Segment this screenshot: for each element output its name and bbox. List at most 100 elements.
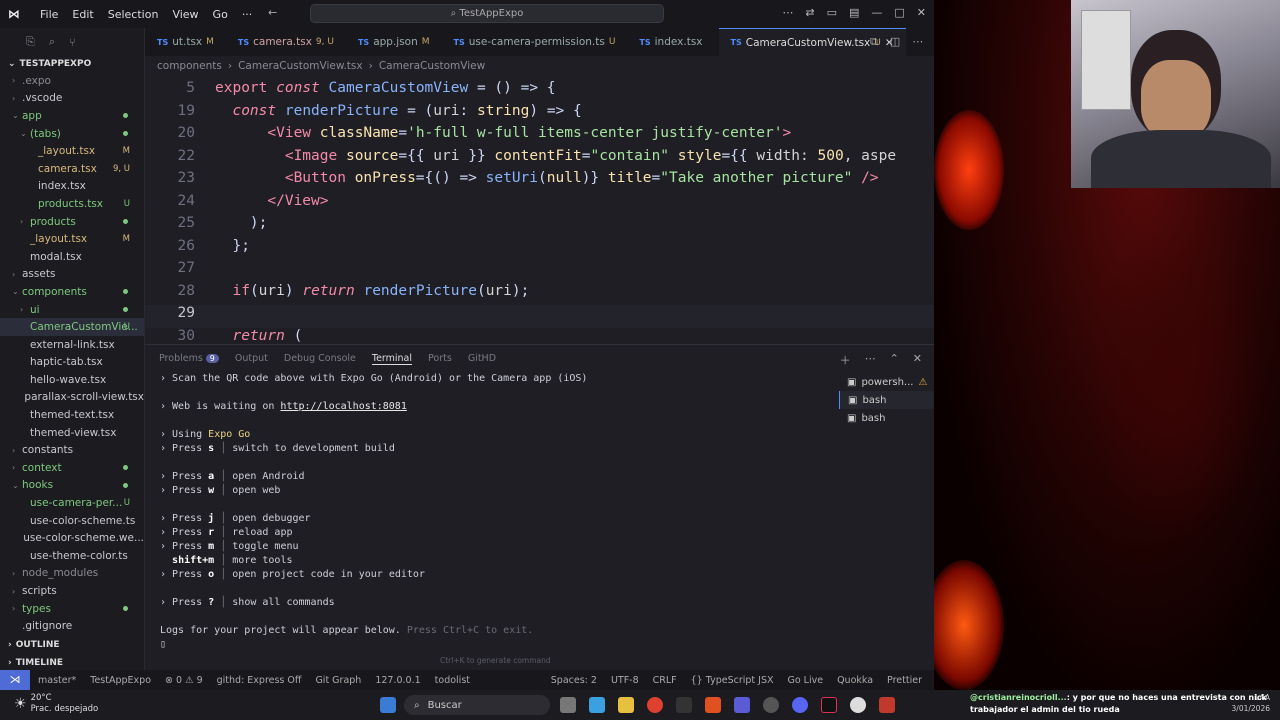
status-item[interactable]: 127.0.0.1: [375, 675, 420, 686]
start-icon[interactable]: [380, 697, 396, 713]
tree-item[interactable]: use-camera-per... U: [0, 494, 144, 512]
menu-item[interactable]: Edit: [72, 8, 93, 21]
tiktok-icon[interactable]: [821, 697, 837, 713]
status-item[interactable]: TestAppExpo: [90, 675, 151, 686]
chrome-icon[interactable]: [647, 697, 663, 713]
panel-tab[interactable]: Problems 9: [159, 353, 219, 365]
terminal-app-icon[interactable]: [676, 697, 692, 713]
search-icon[interactable]: ⌕: [49, 35, 55, 49]
tree-item[interactable]: products.tsx U: [0, 195, 144, 213]
panel-tab[interactable]: Ports: [428, 353, 452, 365]
taskbar-search[interactable]: ⌕ Buscar: [404, 695, 550, 715]
code-editor[interactable]: 5 export const CameraCustomView = () => {…: [145, 80, 934, 344]
more-icon[interactable]: ⋯: [782, 6, 793, 19]
weather-widget[interactable]: ☀ 20°C Prac. despejado: [14, 693, 98, 715]
status-item[interactable]: Prettier: [887, 675, 922, 686]
more-actions-icon[interactable]: ⋯: [912, 35, 923, 49]
maximize-panel-icon[interactable]: ⌃: [890, 352, 899, 368]
editor-tab[interactable]: TS app.json M: [346, 28, 442, 56]
tree-item[interactable]: modal.tsx: [0, 248, 144, 266]
app-icon[interactable]: [879, 697, 895, 713]
tree-item[interactable]: .gitignore: [0, 617, 144, 635]
status-item[interactable]: Git Graph: [315, 675, 361, 686]
breadcrumb-item[interactable]: CameraCustomView.tsx: [238, 60, 363, 72]
tree-item[interactable]: CameraCustomVie... U: [0, 318, 144, 336]
source-control-icon[interactable]: ⑂: [69, 36, 76, 49]
tree-item[interactable]: external-link.tsx: [0, 336, 144, 354]
compare-icon[interactable]: ⧉: [870, 35, 878, 49]
terminal-menu-icon[interactable]: ⋯: [865, 352, 876, 368]
panel-tab[interactable]: Output: [235, 353, 268, 365]
outline-section[interactable]: › OUTLINE: [0, 636, 145, 654]
status-item[interactable]: Spaces: 2: [551, 675, 597, 686]
panel-tab[interactable]: Terminal: [371, 353, 413, 365]
menu-item[interactable]: Selection: [108, 8, 159, 21]
status-item[interactable]: CRLF: [653, 675, 677, 686]
task-view-icon[interactable]: [560, 697, 576, 713]
chatgpt-icon[interactable]: [850, 697, 866, 713]
breadcrumb-item[interactable]: CameraCustomView: [379, 60, 485, 72]
editor-tab[interactable]: TS index.tsx: [627, 28, 718, 56]
tree-item[interactable]: › node_modules: [0, 565, 144, 583]
terminal-instance[interactable]: ▣ bash: [839, 409, 934, 427]
github-icon[interactable]: [763, 697, 779, 713]
status-item[interactable]: Go Live: [787, 675, 823, 686]
tree-item[interactable]: › assets: [0, 266, 144, 284]
close-panel-icon[interactable]: ✕: [913, 352, 922, 368]
copilot-icon[interactable]: [589, 697, 605, 713]
tree-item[interactable]: haptic-tab.tsx: [0, 354, 144, 372]
layout-icon[interactable]: ▭: [827, 6, 837, 19]
menu-item[interactable]: Go: [213, 8, 228, 21]
files-icon[interactable]: ⎘: [26, 35, 35, 49]
terminal-instance[interactable]: ▣ bash: [839, 391, 934, 409]
status-item[interactable]: Quokka: [837, 675, 873, 686]
tree-item[interactable]: › products: [0, 213, 144, 231]
back-arrow-icon[interactable]: ←: [268, 6, 277, 19]
tree-item[interactable]: › scripts: [0, 582, 144, 600]
command-center[interactable]: ⌕ TestAppExpo: [310, 4, 664, 23]
menu-item[interactable]: ···: [242, 8, 253, 21]
sync-icon[interactable]: ⇄: [805, 6, 814, 19]
new-terminal-icon[interactable]: ＋: [840, 352, 851, 368]
tree-item[interactable]: ⌄ components: [0, 283, 144, 301]
editor-tab[interactable]: TS use-camera-permission.ts U: [442, 28, 628, 56]
breadcrumb-item[interactable]: components: [157, 60, 222, 72]
tree-item[interactable]: › context: [0, 459, 144, 477]
tree-item[interactable]: › types: [0, 600, 144, 618]
tree-item[interactable]: › .expo: [0, 72, 144, 90]
maximize-icon[interactable]: □: [894, 6, 904, 19]
tree-item[interactable]: camera.tsx 9, U: [0, 160, 144, 178]
tree-item[interactable]: parallax-scroll-view.tsx: [0, 389, 144, 407]
tree-item[interactable]: _layout.tsx M: [0, 142, 144, 160]
tree-item[interactable]: themed-view.tsx: [0, 424, 144, 442]
editor-tab[interactable]: TS camera.tsx 9, U: [226, 28, 346, 56]
status-item[interactable]: githd: Express Off: [217, 675, 302, 686]
tree-item[interactable]: › constants: [0, 441, 144, 459]
close-icon[interactable]: ✕: [917, 6, 926, 19]
status-item[interactable]: master*: [38, 675, 76, 686]
app-icon[interactable]: [734, 697, 750, 713]
project-header[interactable]: ⌄ TESTAPPEXPO: [0, 56, 144, 72]
tree-item[interactable]: index.tsx: [0, 178, 144, 196]
status-item[interactable]: ⊗ 0 ⚠ 9: [165, 675, 203, 686]
tree-item[interactable]: use-theme-color.ts: [0, 547, 144, 565]
tree-item[interactable]: hello-wave.tsx: [0, 371, 144, 389]
panel-icon[interactable]: ▤: [849, 6, 859, 19]
tree-item[interactable]: › ui: [0, 301, 144, 319]
tree-item[interactable]: use-color-scheme.we...: [0, 529, 144, 547]
status-item[interactable]: {} TypeScript JSX: [691, 675, 774, 686]
minimize-icon[interactable]: —: [871, 6, 882, 19]
tree-item[interactable]: _layout.tsx M: [0, 230, 144, 248]
discord-icon[interactable]: [792, 697, 808, 713]
status-item[interactable]: UTF-8: [611, 675, 639, 686]
tree-item[interactable]: use-color-scheme.ts: [0, 512, 144, 530]
tree-item[interactable]: ⌄ (tabs): [0, 125, 144, 143]
file-explorer-icon[interactable]: [618, 697, 634, 713]
status-item[interactable]: todolist: [435, 675, 470, 686]
tree-item[interactable]: ⌄ app: [0, 107, 144, 125]
menu-item[interactable]: View: [172, 8, 198, 21]
menu-item[interactable]: File: [40, 8, 58, 21]
terminal-output[interactable]: › Scan the QR code above with Expo Go (A…: [160, 373, 840, 653]
panel-tab[interactable]: GitHD: [468, 353, 496, 365]
editor-tab[interactable]: TS ut.tsx M: [145, 28, 226, 56]
